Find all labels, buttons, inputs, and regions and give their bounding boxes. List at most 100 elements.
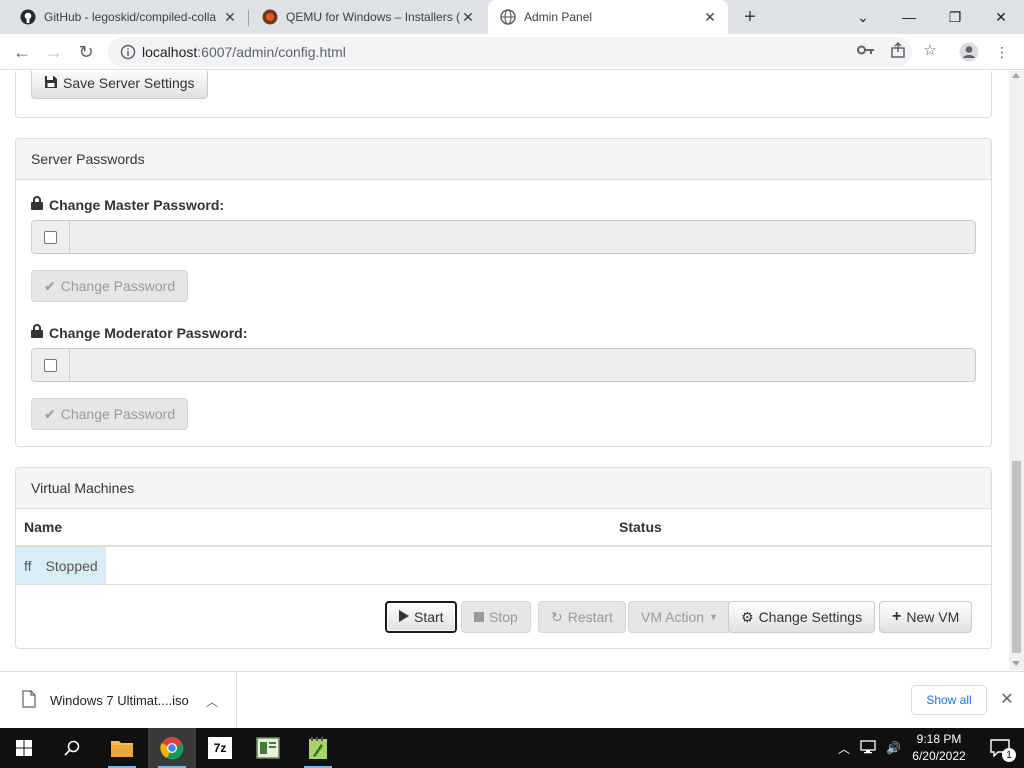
vm-row-ff[interactable]: ff Stopped — [16, 547, 106, 584]
search-icon[interactable] — [48, 728, 96, 768]
close-download-bar-icon[interactable]: ✕ — [998, 690, 1016, 708]
notepad-plus-plus-icon[interactable] — [294, 728, 342, 768]
moderator-password-group — [31, 348, 976, 382]
tab-qemu[interactable]: QEMU for Windows – Installers (6 ✕ — [250, 0, 486, 34]
table-row[interactable]: ff Stopped — [16, 546, 991, 584]
master-password-input[interactable] — [70, 221, 975, 253]
save-server-settings-button[interactable]: Save Server Settings — [31, 71, 208, 99]
volume-icon[interactable]: 🔊 — [886, 741, 901, 755]
change-master-password-button[interactable]: ✔ Change Password — [31, 270, 189, 302]
download-item[interactable]: Windows 7 Ultimat....iso ︿ — [0, 672, 237, 729]
change-moderator-password-label: Change Password — [60, 406, 176, 422]
vm-name-cell: ff — [24, 557, 32, 574]
vm-table: Name Status ff Stopped — [16, 509, 991, 584]
new-tab-button[interactable]: + — [738, 5, 762, 29]
windows-taskbar: 7z ︿ 🔊 9:18 PM 6/20/2022 1 — [0, 728, 1024, 768]
notification-badge: 1 — [1002, 748, 1016, 762]
star-icon[interactable]: ☆ — [921, 41, 939, 59]
refresh-icon: ↻ — [551, 608, 563, 625]
master-password-label: Change Master Password: — [31, 196, 224, 213]
url-path: :6007/admin/config.html — [197, 44, 346, 60]
app-window-icon[interactable] — [244, 728, 292, 768]
tab-github[interactable]: GitHub - legoskid/compiled-colla ✕ — [8, 0, 248, 34]
address-bar[interactable]: localhost:6007/admin/config.html — [108, 37, 912, 67]
start-label: Start — [414, 609, 444, 625]
server-passwords-panel: Server Passwords Change Master Password:… — [15, 138, 992, 447]
tab-search-icon[interactable]: ⌄ — [840, 0, 886, 34]
profile-avatar-icon[interactable] — [955, 38, 983, 66]
change-master-password-label: Change Password — [60, 278, 176, 294]
virtual-machines-heading: Virtual Machines — [16, 468, 991, 509]
checkmark-icon: ✔ — [44, 277, 56, 294]
change-moderator-password-button[interactable]: ✔ Change Password — [31, 398, 189, 430]
save-icon — [44, 75, 58, 92]
reload-icon[interactable]: ↻ — [72, 38, 100, 66]
menu-kebab-icon[interactable]: ⋮ — [988, 38, 1016, 66]
document-icon — [22, 690, 36, 711]
forward-arrow-icon[interactable]: → — [40, 38, 68, 66]
restore-button[interactable]: ❐ — [932, 0, 978, 34]
save-server-settings-label: Save Server Settings — [63, 75, 195, 91]
tab-title: QEMU for Windows – Installers (6 — [286, 10, 460, 24]
moderator-password-toggle — [32, 349, 70, 381]
change-settings-button[interactable]: ⚙ Change Settings — [728, 601, 876, 633]
close-icon[interactable]: ✕ — [460, 9, 476, 25]
scroll-up-arrow-icon[interactable] — [1012, 73, 1020, 78]
column-header-status: Status — [611, 509, 991, 547]
window-close-button[interactable]: ✕ — [978, 0, 1024, 34]
new-vm-button[interactable]: + New VM — [879, 601, 973, 633]
7zip-icon[interactable]: 7z — [196, 728, 244, 768]
close-icon[interactable]: ✕ — [222, 9, 238, 25]
taskbar-clock[interactable]: 9:18 PM 6/20/2022 — [906, 731, 972, 765]
windows-start-icon[interactable] — [0, 728, 48, 768]
page-viewport: Save Server Settings Server Passwords Ch… — [0, 71, 1024, 670]
chevron-up-icon[interactable]: ︿ — [206, 693, 218, 710]
stop-icon — [474, 609, 484, 625]
download-bar: Windows 7 Ultimat....iso ︿ Show all ✕ — [0, 671, 1024, 729]
page-scrollbar[interactable] — [1009, 71, 1024, 670]
vm-status-cell: Stopped — [45, 557, 98, 574]
url-text: localhost:6007/admin/config.html — [142, 44, 346, 60]
system-tray: ︿ 🔊 — [838, 728, 901, 768]
lock-icon — [31, 324, 43, 341]
info-icon[interactable] — [120, 44, 136, 60]
gear-icon: ⚙ — [741, 608, 754, 625]
share-icon[interactable] — [889, 41, 907, 59]
tab-title: GitHub - legoskid/compiled-colla — [44, 10, 217, 24]
caret-down-icon: ▼ — [709, 612, 718, 622]
column-header-name: Name — [16, 509, 611, 547]
key-icon[interactable] — [857, 41, 875, 59]
chevron-up-icon[interactable]: ︿ — [838, 740, 850, 757]
vm-action-dropdown[interactable]: VM Action ▼ — [628, 601, 731, 633]
moderator-password-input[interactable] — [70, 349, 975, 381]
minimize-button[interactable]: — — [886, 0, 932, 34]
scroll-down-arrow-icon[interactable] — [1012, 661, 1020, 666]
change-settings-label: Change Settings — [758, 609, 863, 625]
new-vm-label: New VM — [906, 609, 960, 625]
start-button[interactable]: Start — [385, 601, 457, 633]
file-explorer-icon[interactable] — [98, 728, 146, 768]
stop-button[interactable]: Stop — [461, 601, 531, 633]
browser-toolbar: ← → ↻ localhost:6007/admin/config.html ☆… — [0, 34, 1024, 70]
restart-button[interactable]: ↻ Restart — [538, 601, 626, 633]
url-host: localhost — [142, 44, 198, 60]
vm-action-label: VM Action — [641, 609, 705, 625]
tab-admin-panel[interactable]: Admin Panel ✕ — [488, 0, 728, 34]
restart-label: Restart — [567, 609, 613, 625]
clock-time: 9:18 PM — [916, 732, 962, 746]
show-all-downloads-button[interactable]: Show all — [911, 685, 987, 715]
plus-icon: + — [892, 608, 902, 625]
chrome-icon[interactable] — [148, 728, 196, 768]
master-password-checkbox[interactable] — [44, 230, 57, 244]
scrollbar-thumb[interactable] — [1012, 461, 1021, 653]
notification-center-icon[interactable]: 1 — [976, 728, 1024, 768]
moderator-password-label-text: Change Moderator Password: — [49, 324, 248, 341]
moderator-password-checkbox[interactable] — [44, 358, 57, 372]
clock-date: 6/20/2022 — [912, 749, 966, 763]
network-icon[interactable] — [860, 739, 876, 757]
close-icon[interactable]: ✕ — [702, 9, 718, 25]
back-arrow-icon[interactable]: ← — [8, 38, 36, 66]
tab-divider — [248, 10, 249, 26]
download-filename: Windows 7 Ultimat....iso — [50, 693, 189, 708]
server-passwords-heading: Server Passwords — [16, 139, 991, 180]
